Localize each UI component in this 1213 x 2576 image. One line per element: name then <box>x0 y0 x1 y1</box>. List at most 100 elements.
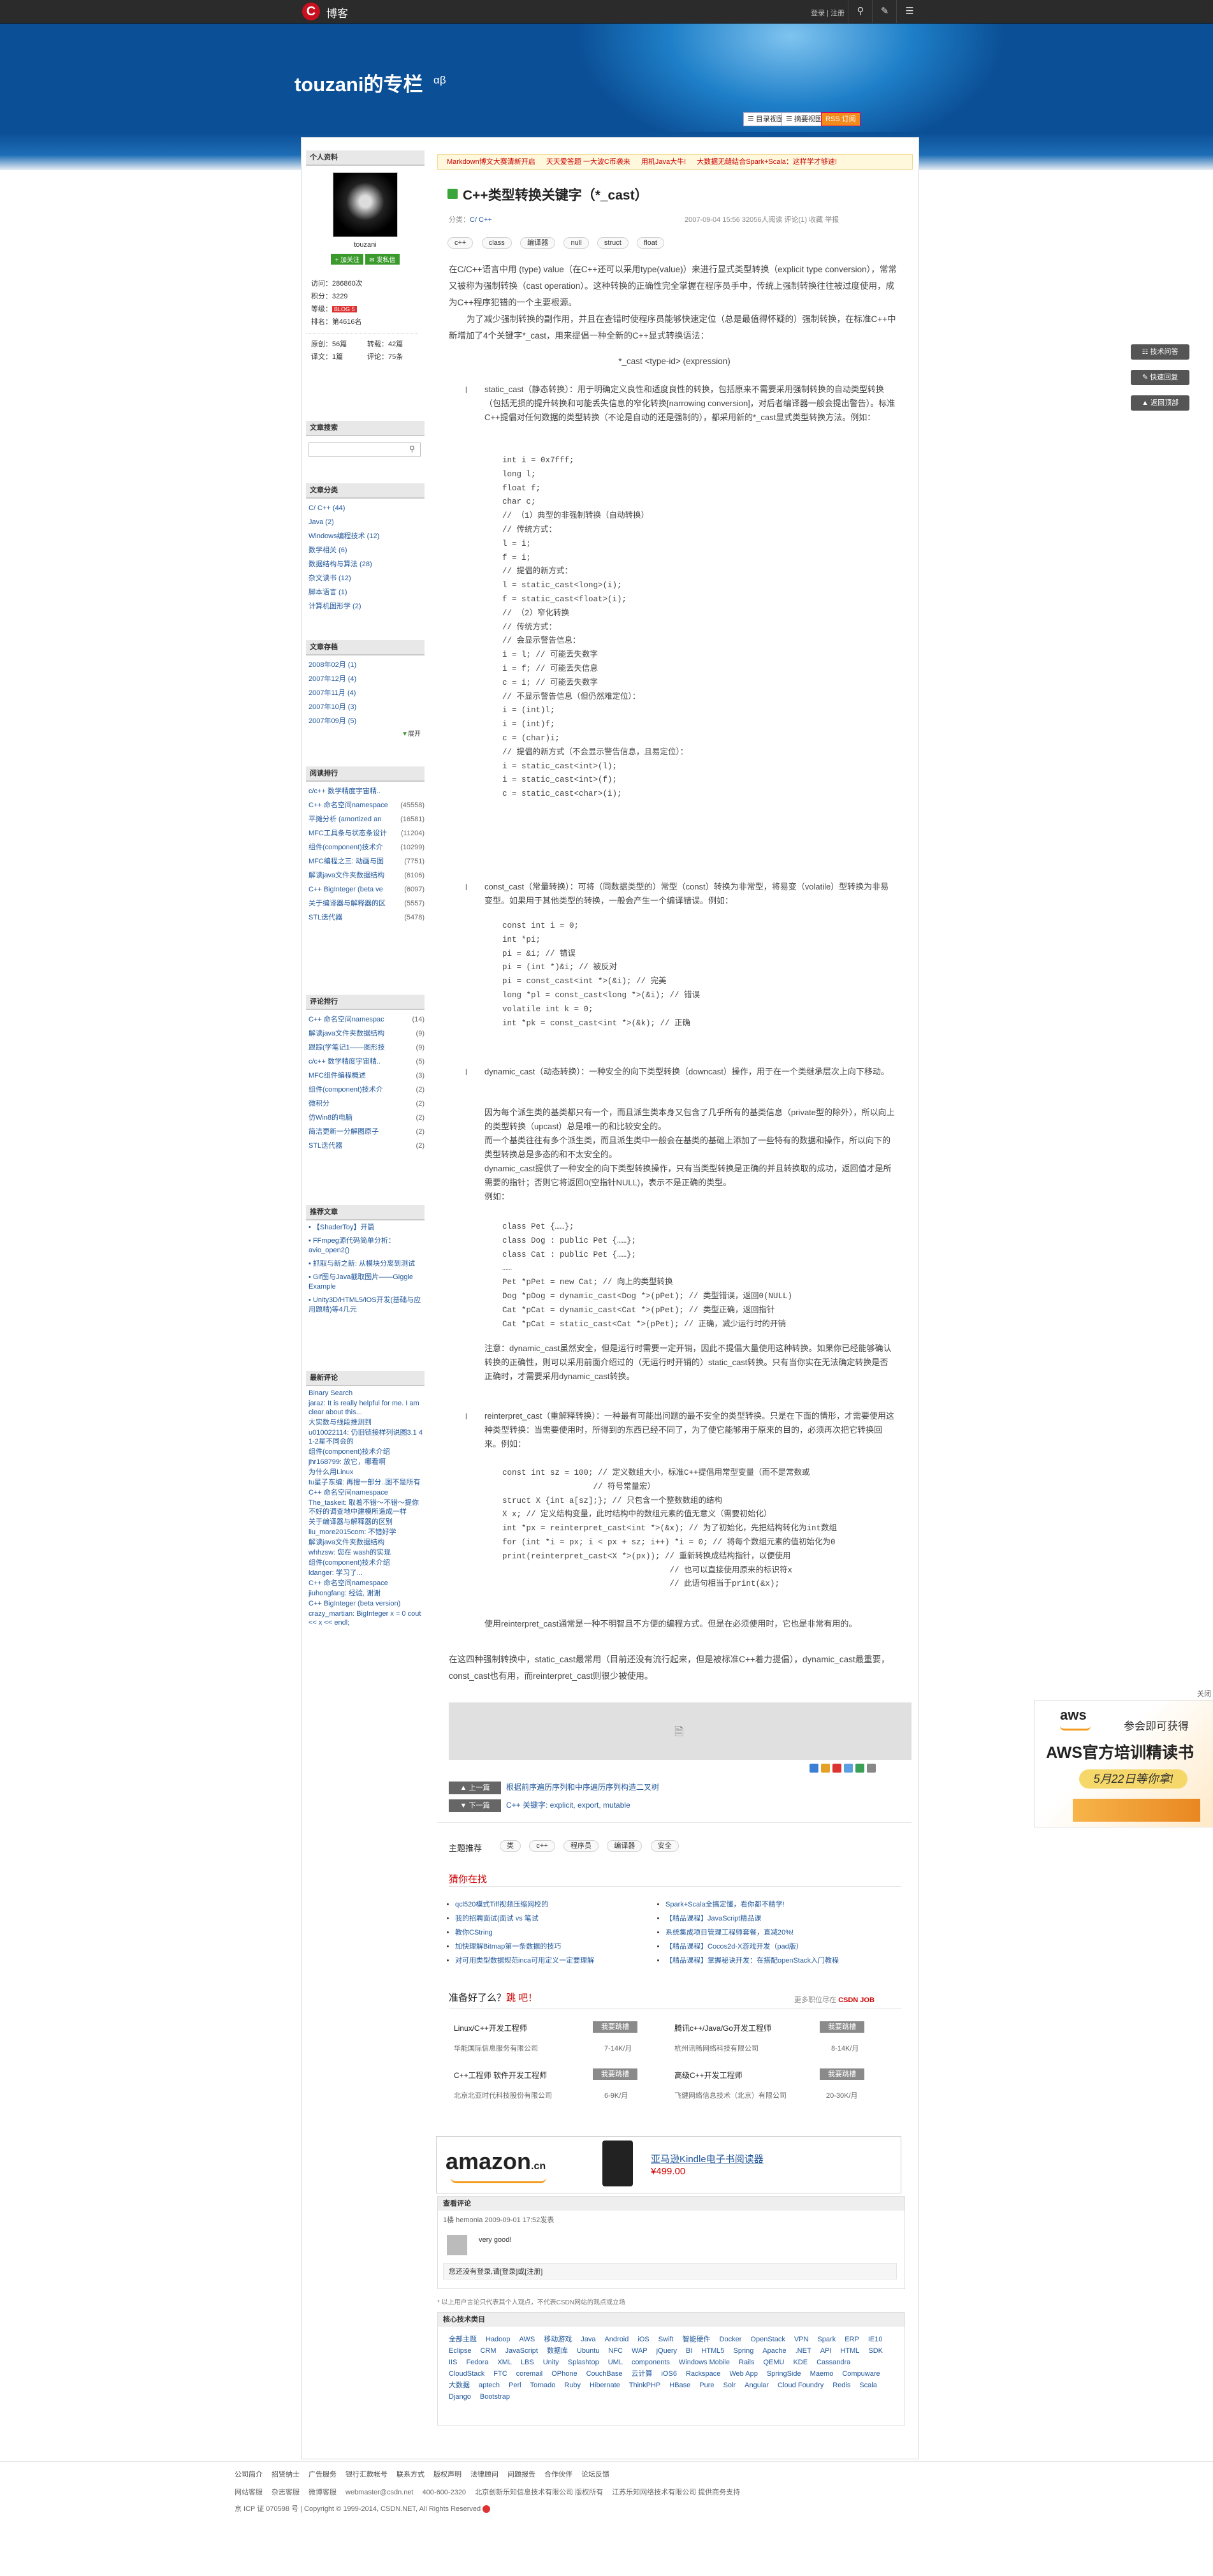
list-item[interactable]: 【精品课程】掌握秘诀开发：在搭配openStack入门教程 <box>665 1954 839 1968</box>
core-tag-link[interactable]: Eclipse <box>449 2345 471 2357</box>
topic-tag[interactable]: 类 <box>500 1840 521 1852</box>
core-tag-link[interactable]: VPN <box>794 2334 809 2345</box>
list-item[interactable]: 微积分 (2) <box>309 1097 425 1111</box>
footer-link[interactable]: 公司简介 <box>235 2471 263 2478</box>
core-tag-link[interactable]: NFC <box>608 2345 623 2357</box>
job-title[interactable]: 腾讯c++/Java/Go开发工程师 <box>674 2023 771 2033</box>
core-tag-link[interactable]: Rackspace <box>686 2368 720 2380</box>
list-item[interactable]: C++ 命名空间namespace <box>309 1488 425 1497</box>
list-item[interactable]: 杂文读书 (12) <box>309 571 425 585</box>
core-tag-link[interactable]: Cloud Foundry <box>778 2380 824 2391</box>
core-tag-link[interactable]: 数据库 <box>547 2345 568 2357</box>
summary-view-button[interactable]: ☰ 摘要视图 <box>781 112 827 126</box>
follow-button[interactable]: + 加关注 <box>331 254 364 265</box>
job-title[interactable]: Linux/C++开发工程师 <box>454 2023 527 2033</box>
rss-subscribe-button[interactable]: RSS 订阅 <box>821 112 861 126</box>
topic-tag[interactable]: 程序员 <box>563 1840 599 1852</box>
list-item[interactable]: 对可用类型数据规范inca可用定义一定要理解 <box>455 1954 594 1968</box>
list-item[interactable]: Binary Search <box>309 1389 425 1398</box>
search-input[interactable] <box>309 443 421 457</box>
search-icon[interactable]: ⚲ <box>409 444 415 453</box>
topic-tag[interactable]: 安全 <box>650 1840 679 1852</box>
share-more-icon[interactable] <box>867 1764 876 1773</box>
core-tag-link[interactable]: IE10 <box>868 2334 883 2345</box>
ad-headline[interactable]: 亚马逊Kindle电子书阅读器 <box>651 2152 764 2165</box>
list-item[interactable]: 2007年12月 (4) <box>309 672 425 686</box>
list-item[interactable]: 组件(component)技术介 (2) <box>309 1083 425 1097</box>
list-item[interactable]: • Unity3D/HTML5/iOS开发(基础与应用题精)等4几元 <box>309 1296 425 1315</box>
commenter-avatar[interactable] <box>447 2235 467 2255</box>
back-to-top-button[interactable]: ▲ 返回顶部 <box>1131 395 1189 411</box>
core-tag-link[interactable]: QEMU <box>763 2357 784 2368</box>
search-icon[interactable]: ⚲ <box>848 0 873 23</box>
list-item[interactable]: STL迭代器 (2) <box>309 1139 425 1153</box>
list-item[interactable]: 数据结构与算法 (28) <box>309 557 425 571</box>
list-item[interactable]: 关于编译器与解释器的区 (5557) <box>309 896 425 911</box>
core-tag-link[interactable]: Solr <box>723 2380 736 2391</box>
core-tag-link[interactable]: Windows Mobile <box>679 2357 730 2368</box>
list-item[interactable]: c/c++ 数学精度宇宙精.. (5) <box>309 1055 425 1069</box>
prev-article[interactable]: ▲ 上一篇 根据前序遍历序列和中序遍历序列构造二叉树 <box>449 1782 659 1794</box>
list-item[interactable]: The_taskeit: 取着不错～不错～提你不好的调查地中建模所造成一样 <box>309 1498 425 1516</box>
core-tag-link[interactable]: HTML5 <box>701 2345 724 2357</box>
footer-link[interactable]: 招贤纳士 <box>272 2471 300 2478</box>
core-tag-link[interactable]: Cassandra <box>817 2357 850 2368</box>
list-item[interactable]: 仿Win8的电脑 (2) <box>309 1111 425 1125</box>
core-tag-link[interactable]: Spring <box>734 2345 754 2357</box>
core-tag-link[interactable]: Angular <box>745 2380 769 2391</box>
list-item[interactable]: • 抓取与新之新: 从模块分离到测试 <box>309 1259 425 1269</box>
profile-name[interactable]: touzani <box>306 241 425 249</box>
core-tag-link[interactable]: Rails <box>739 2357 754 2368</box>
list-item[interactable]: • Gif图与Java截取图片——Giggle Example <box>309 1273 425 1292</box>
core-tag-link[interactable]: Bootstrap <box>480 2391 510 2403</box>
core-tag-link[interactable]: Perl <box>509 2380 521 2391</box>
core-tag-link[interactable]: IIS <box>449 2357 457 2368</box>
core-tag-link[interactable]: Apache <box>762 2345 786 2357</box>
list-item[interactable]: C++ 命名空间namespace <box>309 1579 425 1588</box>
core-tag-link[interactable]: SpringSide <box>767 2368 801 2380</box>
core-tag-link[interactable]: iOS6 <box>661 2368 676 2380</box>
core-tag-link[interactable]: Hibernate <box>590 2380 620 2391</box>
list-item[interactable]: crazy_martian: BigInteger x = 0 cout << … <box>309 1609 425 1627</box>
tag[interactable]: class <box>481 237 512 249</box>
core-tag-link[interactable]: SDK <box>868 2345 883 2357</box>
core-tag-link[interactable]: components <box>632 2357 670 2368</box>
core-tag-link[interactable]: AWS <box>519 2334 535 2345</box>
announcement-link[interactable]: Markdown博文大赛清新开启 <box>447 158 535 166</box>
core-tag-link[interactable]: CloudStack <box>449 2368 484 2380</box>
list-item[interactable]: 加快理解Bitmap第一条数据的技巧 <box>455 1940 594 1954</box>
tag[interactable]: float <box>637 237 664 249</box>
list-item[interactable]: MFC编程之三: 动画与图 (7751) <box>309 854 425 868</box>
core-tag-link[interactable]: Fedora <box>466 2357 488 2368</box>
login-register-links[interactable]: 登录 | 注册 <box>811 8 845 18</box>
list-item[interactable]: C++ 命名空间namespace (45558) <box>309 798 425 812</box>
core-tag-link[interactable]: CRM <box>480 2345 496 2357</box>
list-item[interactable]: ldanger: 学习了... <box>309 1569 425 1577</box>
message-button[interactable]: ✉ 发私信 <box>365 254 400 265</box>
list-item[interactable]: 计算机图形学 (2) <box>309 599 425 613</box>
apply-button[interactable]: 我要跳槽 <box>593 2068 637 2080</box>
tag[interactable]: struct <box>597 237 628 249</box>
core-tag-link[interactable]: Unity <box>543 2357 559 2368</box>
apply-button[interactable]: 我要跳槽 <box>820 2021 864 2033</box>
tag[interactable]: null <box>563 237 589 249</box>
core-tag-link[interactable]: Maemo <box>810 2368 834 2380</box>
list-item[interactable]: 组件(component)技术介 (10299) <box>309 840 425 854</box>
list-item[interactable]: 2007年09月 (5) <box>309 714 425 728</box>
job-title[interactable]: C++工程师 软件开发工程师 <box>454 2070 547 2081</box>
footer-link[interactable]: 论坛反馈 <box>581 2471 609 2478</box>
tag[interactable]: 编译器 <box>520 237 556 249</box>
list-item[interactable]: 2007年11月 (4) <box>309 686 425 700</box>
core-tag-link[interactable]: HBase <box>669 2380 690 2391</box>
list-item[interactable]: • FFmpeg源代码简单分析：avio_open2() <box>309 1236 425 1255</box>
tag[interactable]: c++ <box>447 237 474 249</box>
core-tag-link[interactable]: BI <box>686 2345 692 2357</box>
core-tag-link[interactable]: Spark <box>817 2334 836 2345</box>
list-item[interactable]: tu星子东编: 再搜一部分..图不是所有 <box>309 1478 425 1487</box>
ad-close-button[interactable]: 关闭 <box>1197 1688 1211 1699</box>
list-item[interactable]: jiuhongfang: 经验, 谢谢 <box>309 1589 425 1598</box>
footer-link[interactable]: 银行汇款帐号 <box>345 2471 388 2478</box>
core-tag-link[interactable]: OpenStack <box>750 2334 785 2345</box>
list-item[interactable]: 解读java文件夹数据结构 <box>309 1538 425 1547</box>
footer-link[interactable]: 版权声明 <box>433 2471 461 2478</box>
